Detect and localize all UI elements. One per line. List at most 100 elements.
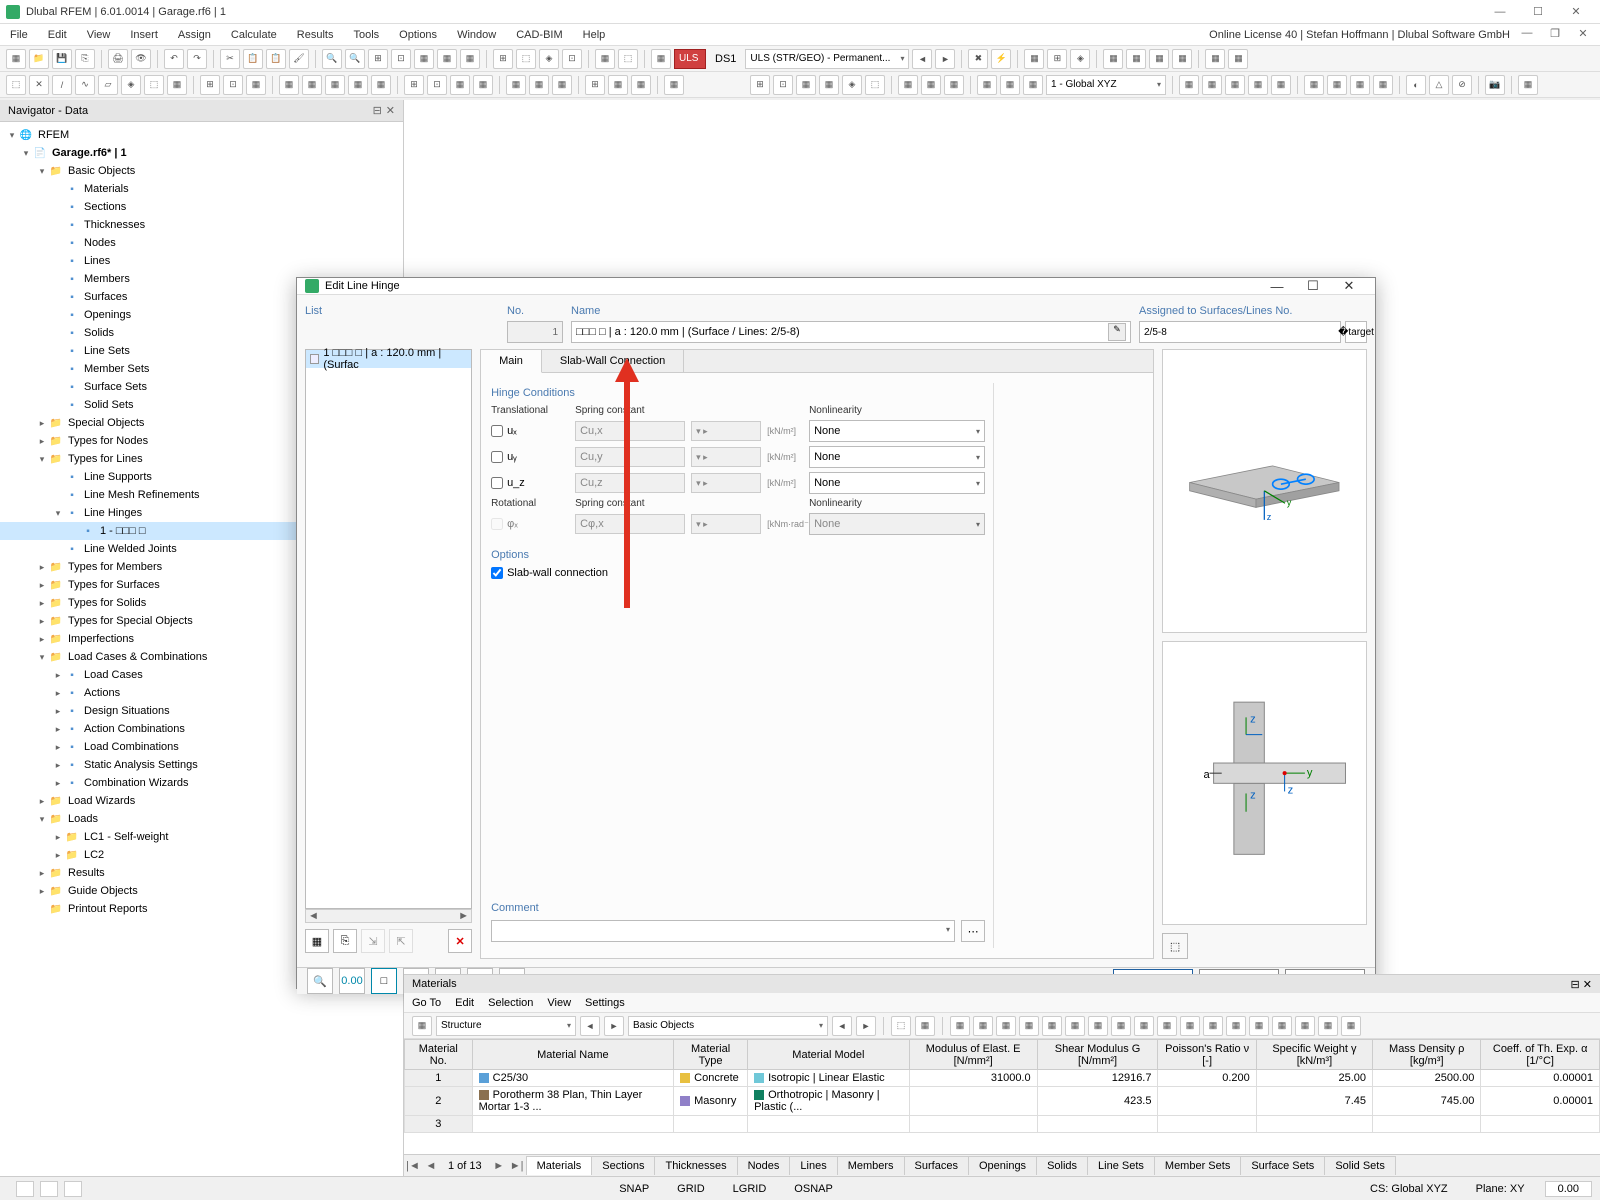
- toolbar-icon[interactable]: ◈: [1070, 49, 1090, 69]
- basic-objects-combo[interactable]: Basic Objects: [628, 1016, 828, 1036]
- table-row[interactable]: 3: [405, 1116, 1600, 1133]
- toolbar2-icon[interactable]: ▦: [1179, 75, 1199, 95]
- toolbar2-icon[interactable]: ▦: [167, 75, 187, 95]
- toolbar-icon[interactable]: ▦: [1172, 49, 1192, 69]
- toolbar-icon[interactable]: ▦: [1024, 49, 1044, 69]
- mdi-restore[interactable]: ❐: [1544, 27, 1566, 43]
- tab-slab-wall[interactable]: Slab-Wall Connection: [542, 350, 684, 372]
- toolbar2-icon[interactable]: ⊘: [1452, 75, 1472, 95]
- navigator-pin-icon[interactable]: ⊟: [373, 104, 382, 117]
- uz-nonlinearity-select[interactable]: None: [809, 472, 985, 494]
- navigator-close-icon[interactable]: ✕: [386, 104, 395, 117]
- mat-menu-view[interactable]: View: [547, 997, 571, 1009]
- minimize-button[interactable]: —: [1482, 2, 1518, 22]
- toolbar2-icon[interactable]: ▦: [819, 75, 839, 95]
- toolbar2-icon[interactable]: ▦: [279, 75, 299, 95]
- toolbar-icon[interactable]: 🔍: [322, 49, 342, 69]
- table-tab-openings[interactable]: Openings: [968, 1156, 1037, 1175]
- materials-table[interactable]: Material No.Material NameMaterial TypeMa…: [404, 1039, 1600, 1154]
- menu-file[interactable]: File: [6, 27, 32, 43]
- close-button[interactable]: ✕: [1558, 2, 1594, 22]
- mat-tool-icon[interactable]: ▦: [1019, 1016, 1039, 1036]
- nav-next-icon[interactable]: ►: [604, 1016, 624, 1036]
- phix-checkbox[interactable]: φₓ: [491, 518, 569, 530]
- toolbar-icon[interactable]: 📁: [29, 49, 49, 69]
- table-tab-lines[interactable]: Lines: [789, 1156, 837, 1175]
- copy-button[interactable]: ⎘: [333, 929, 357, 953]
- toolbar2-icon[interactable]: ⊡: [773, 75, 793, 95]
- mat-tool-icon[interactable]: ▦: [412, 1016, 432, 1036]
- toolbar2-icon[interactable]: ⬚: [144, 75, 164, 95]
- toolbar2-icon[interactable]: ▦: [1350, 75, 1370, 95]
- mat-t2-icon[interactable]: ▦: [915, 1016, 935, 1036]
- mat-tool-icon[interactable]: ▦: [996, 1016, 1016, 1036]
- toolbar2-icon[interactable]: ▦: [473, 75, 493, 95]
- toolbar-icon[interactable]: ▦: [1149, 49, 1169, 69]
- toolbar-icon[interactable]: ⎘: [75, 49, 95, 69]
- toolbar-icon[interactable]: ◈: [539, 49, 559, 69]
- toolbar-icon[interactable]: ⬚: [516, 49, 536, 69]
- toolbar2-icon[interactable]: ▦: [977, 75, 997, 95]
- toolbar2-icon[interactable]: ▦: [325, 75, 345, 95]
- assigned-pick-icon[interactable]: �target: [1345, 321, 1367, 343]
- units-tool-icon[interactable]: □: [371, 968, 397, 994]
- toolbar2-icon[interactable]: ▦: [529, 75, 549, 95]
- exclude-button[interactable]: ⇱: [389, 929, 413, 953]
- menu-calculate[interactable]: Calculate: [227, 27, 281, 43]
- tree-node[interactable]: ▪Sections: [0, 198, 403, 216]
- toolbar2-icon[interactable]: ▦: [631, 75, 651, 95]
- toolbar-icon[interactable]: 🖨: [108, 49, 128, 69]
- mat-menu-settings[interactable]: Settings: [585, 997, 625, 1009]
- comment-field[interactable]: [491, 920, 955, 942]
- status-osnap[interactable]: OSNAP: [786, 1183, 841, 1195]
- toolbar2-icon[interactable]: ▦: [1000, 75, 1020, 95]
- table-tab-nodes[interactable]: Nodes: [737, 1156, 791, 1175]
- table-tab-sections[interactable]: Sections: [591, 1156, 655, 1175]
- toolbar2-icon[interactable]: ▦: [608, 75, 628, 95]
- toolbar2-icon[interactable]: ▦: [898, 75, 918, 95]
- menu-options[interactable]: Options: [395, 27, 441, 43]
- toolbar2-icon[interactable]: ▦: [921, 75, 941, 95]
- toolbar2-icon[interactable]: ◈: [121, 75, 141, 95]
- mat-menu-go-to[interactable]: Go To: [412, 997, 441, 1009]
- sb-icon-1[interactable]: [16, 1181, 34, 1197]
- toolbar-icon[interactable]: ▦: [1103, 49, 1123, 69]
- toolbar2-icon[interactable]: ▦: [1373, 75, 1393, 95]
- list-item[interactable]: 1 □□□ □ | a : 120.0 mm | (Surfac: [306, 350, 471, 368]
- tabs-last-icon[interactable]: ►|: [508, 1160, 526, 1172]
- tabs-next-icon[interactable]: ►: [490, 1160, 508, 1172]
- tree-node[interactable]: ▪Lines: [0, 252, 403, 270]
- tree-root[interactable]: ▾🌐RFEM: [0, 126, 403, 144]
- mat-tool-icon[interactable]: ▦: [1180, 1016, 1200, 1036]
- tree-node[interactable]: ▪Materials: [0, 180, 403, 198]
- toolbar2-icon[interactable]: ▱: [98, 75, 118, 95]
- mat-tool-icon[interactable]: ▦: [1065, 1016, 1085, 1036]
- maximize-button[interactable]: ☐: [1520, 2, 1556, 22]
- menu-edit[interactable]: Edit: [44, 27, 71, 43]
- name-field[interactable]: □□□ □ | a : 120.0 mm | (Surface / Lines:…: [571, 321, 1131, 343]
- toolbar2-icon[interactable]: ▦: [1327, 75, 1347, 95]
- sb-icon-2[interactable]: [40, 1181, 58, 1197]
- include-button[interactable]: ⇲: [361, 929, 385, 953]
- hinge-list[interactable]: 1 □□□ □ | a : 120.0 mm | (Surfac: [305, 349, 472, 909]
- toolbar-icon[interactable]: ►: [935, 49, 955, 69]
- mat-tool-icon[interactable]: ▦: [950, 1016, 970, 1036]
- toolbar-icon[interactable]: 📋: [243, 49, 263, 69]
- menu-tools[interactable]: Tools: [349, 27, 383, 43]
- mat-tool-icon[interactable]: ▦: [1157, 1016, 1177, 1036]
- cs-combo[interactable]: 1 - Global XYZ: [1046, 75, 1166, 95]
- toolbar-icon[interactable]: ▦: [1228, 49, 1248, 69]
- table-tab-solid-sets[interactable]: Solid Sets: [1324, 1156, 1396, 1175]
- toolbar2-icon[interactable]: ▦: [552, 75, 572, 95]
- table-tab-members[interactable]: Members: [837, 1156, 905, 1175]
- mdi-close[interactable]: ✕: [1572, 27, 1594, 43]
- table-tab-line-sets[interactable]: Line Sets: [1087, 1156, 1155, 1175]
- toolbar2-icon[interactable]: ⊡: [427, 75, 447, 95]
- toolbar-icon[interactable]: ▦: [595, 49, 615, 69]
- toolbar2-icon[interactable]: ⊞: [585, 75, 605, 95]
- preview-tool-icon[interactable]: ⬚: [1162, 933, 1188, 959]
- mat-t1-icon[interactable]: ⬚: [891, 1016, 911, 1036]
- mat-tool-icon[interactable]: ▦: [1249, 1016, 1269, 1036]
- toolbar2-icon[interactable]: ⊞: [404, 75, 424, 95]
- dialog-maximize[interactable]: ☐: [1295, 278, 1331, 294]
